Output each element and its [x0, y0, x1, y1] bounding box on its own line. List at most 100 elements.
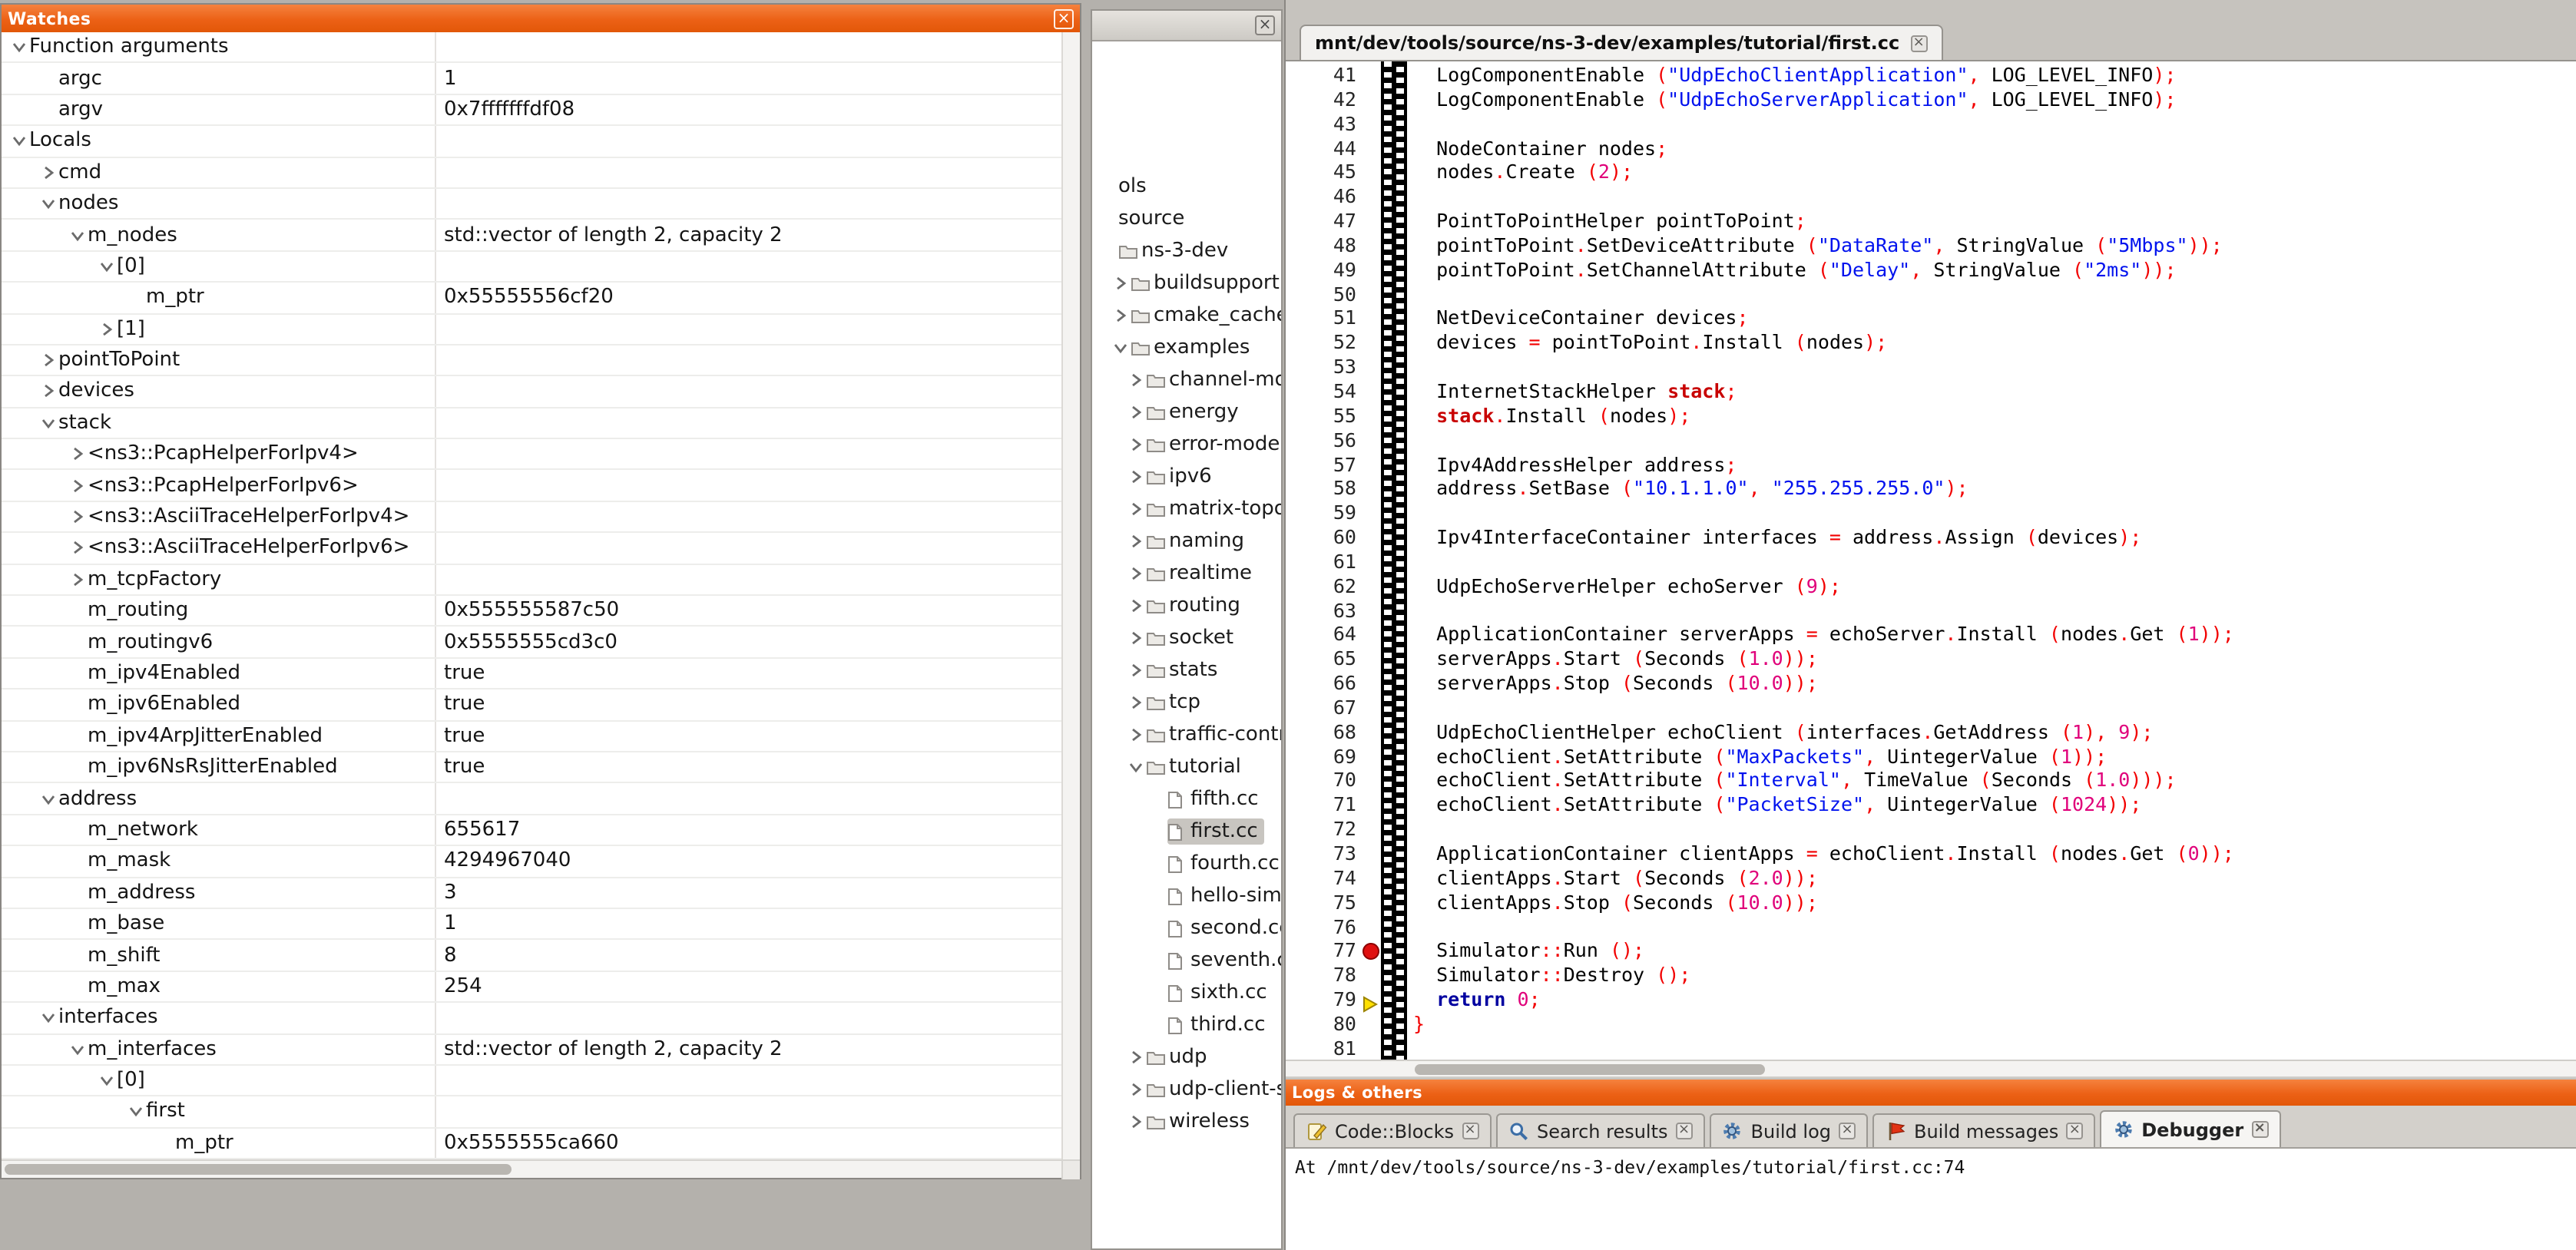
chevron-down-icon[interactable]: [95, 260, 117, 273]
tree-item-naming[interactable]: naming: [1092, 525, 1281, 557]
code-line-79[interactable]: return 0;: [1413, 987, 2576, 1012]
tree-item-stats[interactable]: stats: [1092, 654, 1281, 686]
watch-row-m-interfaces[interactable]: m_interfacesstd::vector of length 2, cap…: [2, 1034, 1061, 1066]
tree-item-traffic-contro[interactable]: traffic-contro: [1092, 719, 1281, 751]
watch-row-m-address[interactable]: m_address3: [2, 878, 1061, 909]
watch-row-m-routingv6[interactable]: m_routingv60x5555555cd3c0: [2, 627, 1061, 659]
watch-row-m-ptr[interactable]: m_ptr0x55555556cf20: [2, 283, 1061, 314]
chevron-right-icon[interactable]: [66, 448, 88, 461]
chevron-down-icon[interactable]: [1129, 760, 1146, 774]
code-line-57[interactable]: Ipv4AddressHelper address;: [1413, 452, 2576, 477]
watch-row-m-base[interactable]: m_base1: [2, 909, 1061, 941]
tree-item-matrix-topol[interactable]: matrix-topol: [1092, 493, 1281, 525]
watches-titlebar[interactable]: Watches ×: [2, 5, 1080, 32]
watch-row-interfaces[interactable]: interfaces: [2, 1003, 1061, 1034]
logs-titlebar[interactable]: Logs & others: [1286, 1080, 2576, 1106]
chevron-down-icon[interactable]: [124, 1105, 146, 1119]
code-line-70[interactable]: echoClient.SetAttribute ("Interval", Tim…: [1413, 769, 2576, 793]
editor-tab-first.cc[interactable]: mnt/dev/tools/source/ns-3-dev/examples/t…: [1300, 25, 1942, 60]
code-line-63[interactable]: [1413, 598, 2576, 623]
logs-tab-build-log[interactable]: Build log×: [1710, 1113, 1868, 1147]
tree-item-ipv6[interactable]: ipv6: [1092, 461, 1281, 493]
close-icon[interactable]: ×: [1054, 8, 1074, 28]
chevron-down-icon[interactable]: [37, 792, 58, 805]
code-line-53[interactable]: [1413, 355, 2576, 379]
chevron-right-icon[interactable]: [1129, 1083, 1146, 1096]
logs-tab-code-blocks[interactable]: Code::Blocks×: [1293, 1113, 1491, 1147]
watch-row-nodes[interactable]: nodes: [2, 189, 1061, 220]
watch-row--0-[interactable]: [0]: [2, 251, 1061, 283]
code-line-41[interactable]: LogComponentEnable ("UdpEchoClientApplic…: [1413, 63, 2576, 88]
tree-item-ns-3-dev[interactable]: ns-3-dev: [1092, 235, 1281, 267]
management-titlebar[interactable]: ×: [1092, 11, 1281, 41]
code-line-44[interactable]: NodeContainer nodes;: [1413, 136, 2576, 160]
close-icon[interactable]: ×: [1839, 1123, 1856, 1139]
breakpoint-icon[interactable]: [1362, 942, 1379, 959]
chevron-down-icon[interactable]: [37, 1011, 58, 1025]
chevron-right-icon[interactable]: [1129, 599, 1146, 613]
watch-row-function-arguments[interactable]: Function arguments: [2, 32, 1061, 64]
code-line-78[interactable]: Simulator::Destroy ();: [1413, 963, 2576, 987]
chevron-right-icon[interactable]: [1129, 470, 1146, 484]
scrollbar-thumb[interactable]: [1415, 1064, 1765, 1075]
chevron-down-icon[interactable]: [37, 416, 58, 430]
tree-item-channel-mod[interactable]: channel-mod: [1092, 364, 1281, 396]
watch-row--ns3-pcaphelperforipv6-[interactable]: <ns3::PcapHelperForIpv6>: [2, 471, 1061, 502]
code-line-61[interactable]: [1413, 550, 2576, 574]
watch-row-pointtopoint[interactable]: pointToPoint: [2, 346, 1061, 377]
code-line-59[interactable]: [1413, 501, 2576, 525]
chevron-right-icon[interactable]: [1129, 663, 1146, 677]
code-line-42[interactable]: LogComponentEnable ("UdpEchoServerApplic…: [1413, 88, 2576, 112]
tree-item-hello-simul[interactable]: hello-simul: [1092, 880, 1281, 912]
watch-row-argv[interactable]: argv0x7fffffffdf08: [2, 95, 1061, 127]
tree-item-realtime[interactable]: realtime: [1092, 557, 1281, 590]
watch-row-m-tcpfactory[interactable]: m_tcpFactory: [2, 564, 1061, 596]
chevron-down-icon[interactable]: [8, 134, 29, 148]
close-icon[interactable]: ×: [2251, 1121, 2268, 1138]
logs-tab-search-results[interactable]: Search results×: [1495, 1113, 1705, 1147]
chevron-right-icon[interactable]: [1129, 373, 1146, 387]
close-icon[interactable]: ×: [1462, 1123, 1478, 1139]
watch-row-m-ipv4enabled[interactable]: m_ipv4Enabledtrue: [2, 659, 1061, 690]
watch-row-m-ipv4arpjitterenabled[interactable]: m_ipv4ArpJitterEnabledtrue: [2, 721, 1061, 752]
chevron-right-icon[interactable]: [66, 510, 88, 524]
chevron-right-icon[interactable]: [1129, 502, 1146, 516]
tree-item-source[interactable]: source: [1092, 203, 1281, 235]
code-line-48[interactable]: pointToPoint.SetDeviceAttribute ("DataRa…: [1413, 233, 2576, 258]
chevron-right-icon[interactable]: [1129, 631, 1146, 645]
watch-row--0-[interactable]: [0]: [2, 1066, 1061, 1097]
code-line-47[interactable]: PointToPointHelper pointToPoint;: [1413, 209, 2576, 233]
logs-tab-debugger[interactable]: Debugger×: [2100, 1110, 2280, 1147]
watch-row-m-ptr[interactable]: m_ptr0x5555555ca660: [2, 1128, 1061, 1159]
folding-margin[interactable]: [1381, 61, 1407, 1060]
code-line-65[interactable]: serverApps.Start (Seconds (1.0));: [1413, 647, 2576, 672]
chevron-right-icon[interactable]: [1129, 1050, 1146, 1064]
watch-row-devices[interactable]: devices: [2, 377, 1061, 408]
code-line-60[interactable]: Ipv4InterfaceContainer interfaces = addr…: [1413, 525, 2576, 550]
close-icon[interactable]: ×: [2066, 1123, 2083, 1139]
code-line-64[interactable]: ApplicationContainer serverApps = echoSe…: [1413, 623, 2576, 647]
chevron-right-icon[interactable]: [1129, 1115, 1146, 1129]
chevron-right-icon[interactable]: [95, 322, 117, 336]
tree-item-first.cc[interactable]: first.cc: [1092, 815, 1281, 848]
code-line-49[interactable]: pointToPoint.SetChannelAttribute ("Delay…: [1413, 258, 2576, 283]
watch-row-m-shift[interactable]: m_shift8: [2, 941, 1061, 972]
code-line-58[interactable]: address.SetBase ("10.1.1.0", "255.255.25…: [1413, 477, 2576, 501]
watch-row-first[interactable]: first: [2, 1097, 1061, 1129]
close-icon[interactable]: ×: [1255, 15, 1275, 35]
watch-row-locals[interactable]: Locals: [2, 126, 1061, 157]
editor-horizontal-scrollbar[interactable]: [1286, 1060, 2576, 1078]
code-line-66[interactable]: serverApps.Stop (Seconds (10.0));: [1413, 671, 2576, 696]
tree-item-error-model[interactable]: error-model: [1092, 428, 1281, 461]
tree-item-energy[interactable]: energy: [1092, 396, 1281, 428]
chevron-right-icon[interactable]: [1129, 728, 1146, 742]
code-line-76[interactable]: [1413, 914, 2576, 939]
tree-item-routing[interactable]: routing: [1092, 590, 1281, 622]
chevron-right-icon[interactable]: [37, 385, 58, 398]
close-icon[interactable]: ×: [1910, 35, 1927, 51]
chevron-right-icon[interactable]: [37, 166, 58, 180]
code-line-75[interactable]: clientApps.Stop (Seconds (10.0));: [1413, 890, 2576, 914]
code-line-52[interactable]: devices = pointToPoint.Install (nodes);: [1413, 331, 2576, 355]
chevron-right-icon[interactable]: [1129, 696, 1146, 709]
code-line-81[interactable]: [1413, 1037, 2576, 1060]
